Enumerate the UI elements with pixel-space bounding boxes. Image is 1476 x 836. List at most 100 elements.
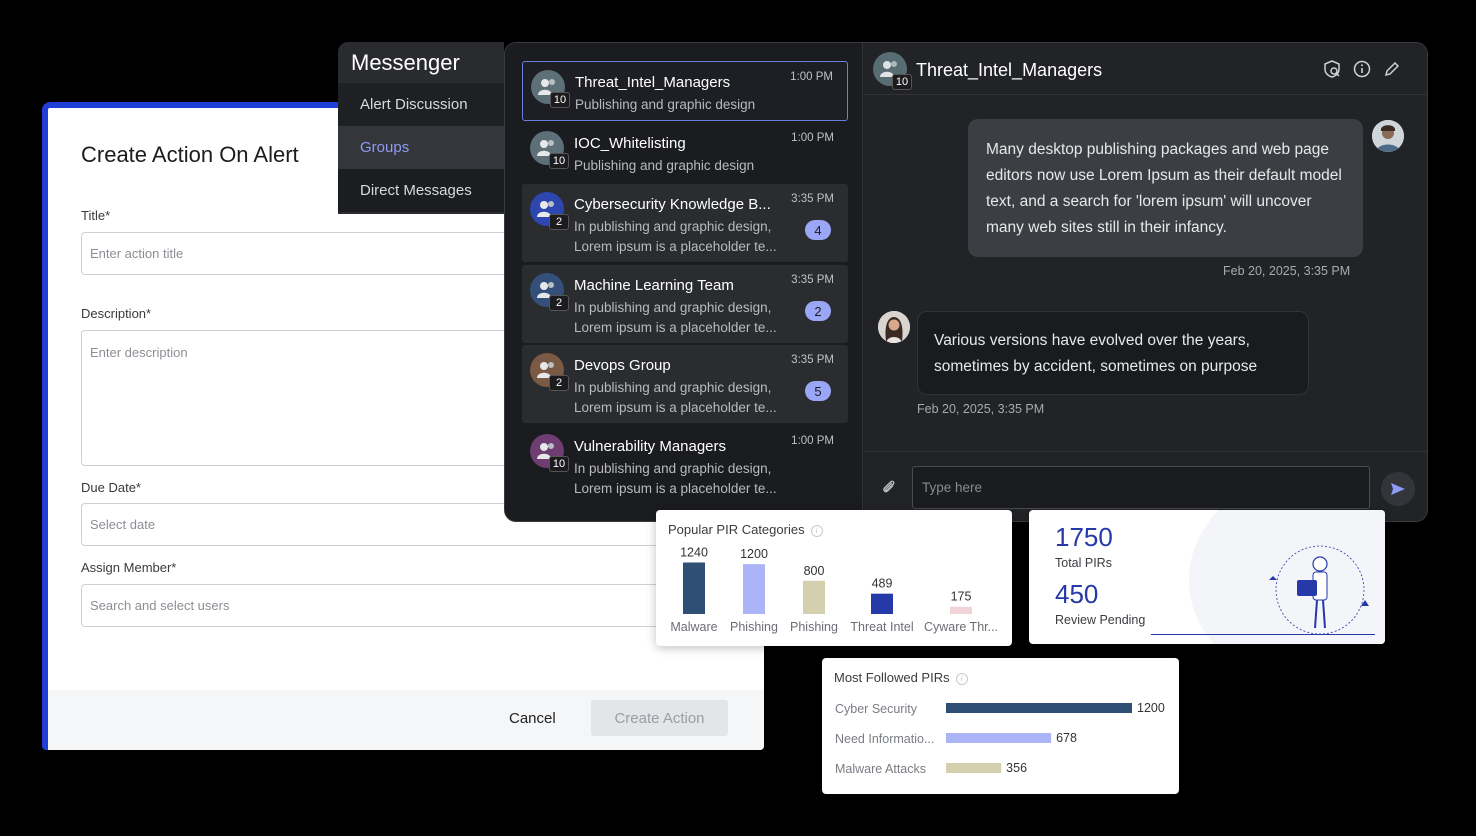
popular-pir-title: Popular PIR Categories i (668, 522, 823, 537)
member-count-badge: 10 (549, 153, 569, 169)
conversation-item[interactable]: 2 Devops Group In publishing and graphic d… (522, 345, 848, 423)
category-label: Malware Attacks (835, 762, 926, 776)
conversation-item[interactable]: 10 Threat_Intel_Managers Publishing and gr… (522, 61, 848, 121)
outgoing-timestamp: Feb 20, 2025, 3:35 PM (1223, 264, 1351, 278)
conversation-time: 1:00 PM (790, 71, 833, 83)
conversation-name: Cybersecurity Knowledge B... (574, 196, 771, 213)
tab-groups[interactable]: Groups (338, 126, 504, 169)
most-followed-card: Most Followed PIRs i Cyber Security 1200 Ne… (822, 658, 1179, 794)
conversation-preview: In publishing and graphic design, Lorem i… (574, 300, 777, 335)
bar-value-label: 800 (804, 564, 825, 578)
conversation-time: 1:00 PM (791, 435, 834, 447)
analyst-illustration (1269, 545, 1369, 635)
dialog-footer: Cancel Create Action (48, 690, 764, 750)
member-count-badge: 10 (892, 74, 912, 90)
category-label: Cyber Security (835, 702, 918, 716)
due-date-label: Due Date* (81, 480, 141, 495)
most-followed-title: Most Followed PIRs i (834, 670, 968, 685)
conversation-item[interactable]: 2 Cybersecurity Knowledge B... In publishi… (522, 184, 848, 262)
conversation-name: Vulnerability Managers (574, 438, 727, 455)
conversation-item[interactable]: 2 Machine Learning Team In publishing and … (522, 265, 848, 343)
bar-value-label: 489 (872, 577, 893, 591)
category-label: Phishing (790, 620, 838, 634)
hbar-2 (946, 763, 1002, 773)
member-count-badge: 2 (549, 214, 569, 230)
receiver-avatar (878, 311, 910, 343)
conversation-time: 3:35 PM (791, 274, 834, 286)
bar-value-label: 1200 (740, 547, 768, 561)
unread-count-badge: 4 (805, 220, 831, 240)
bar-value-label: 678 (1056, 731, 1077, 745)
bar-4 (950, 606, 972, 614)
unread-count-badge: 2 (805, 301, 831, 321)
search-chat-icon[interactable] (1322, 59, 1342, 79)
create-action-button[interactable]: Create Action (591, 700, 728, 736)
member-count-badge: 10 (550, 92, 570, 108)
bar-value-label: 356 (1006, 761, 1027, 775)
conversation-time: 3:35 PM (791, 193, 834, 205)
message-input[interactable]: Type here (912, 466, 1370, 509)
conversation-preview: Publishing and graphic design (574, 158, 755, 173)
bar-1 (743, 564, 765, 614)
edit-icon[interactable] (1382, 59, 1402, 79)
cancel-button[interactable]: Cancel (509, 710, 556, 727)
conversation-preview: In publishing and graphic design, Lorem i… (574, 461, 777, 496)
member-count-badge: 2 (549, 295, 569, 311)
member-count-badge: 10 (549, 456, 569, 472)
messenger-tabs-panel: Messenger Alert Discussion Groups Direct… (338, 42, 504, 214)
member-count-badge: 2 (549, 375, 569, 391)
chat-title: Threat_Intel_Managers (916, 60, 1103, 80)
popular-pir-chart: 1240 Malware 1200 Phishing 800 Phishing 489 Thr… (670, 545, 998, 634)
conversation-name: Devops Group (574, 357, 671, 374)
conversation-name: Threat_Intel_Managers (575, 74, 731, 91)
pir-totals-card: 1750 Total PIRs 450 Review Pending (1029, 510, 1385, 644)
title-placeholder: Enter action title (90, 246, 184, 261)
bar-value-label: 175 (951, 590, 972, 604)
category-label: Need Informatio... (835, 732, 934, 746)
category-label: Threat Intel (850, 620, 913, 634)
dialog-title: Create Action On Alert (81, 142, 299, 167)
info-icon[interactable] (1352, 59, 1372, 79)
message-input-placeholder: Type here (922, 480, 983, 495)
bar-0 (683, 562, 705, 614)
bar-value-label: 1240 (680, 545, 708, 559)
description-placeholder: Enter description (90, 345, 188, 360)
info-icon[interactable]: i (955, 672, 968, 685)
attachment-icon[interactable] (880, 478, 898, 501)
description-label: Description* (81, 306, 152, 321)
conversation-preview: Publishing and graphic design (575, 97, 756, 112)
category-label: Malware (670, 620, 717, 634)
assign-member-label: Assign Member* (81, 560, 177, 575)
total-pirs-label: Total PIRs (1055, 556, 1112, 570)
review-pending-label: Review Pending (1055, 613, 1146, 627)
tab-alert-discussion[interactable]: Alert Discussion (338, 83, 504, 126)
conversation-item[interactable]: 10 IOC_Whitelisting Publishing and graphic… (522, 123, 848, 183)
conversation-item[interactable]: 10 Vulnerability Managers In publishing an… (522, 426, 848, 504)
conversation-preview: In publishing and graphic design, Lorem i… (574, 219, 777, 254)
messenger-title: Messenger (351, 50, 460, 75)
sender-avatar (1372, 120, 1404, 152)
popular-pir-card: Popular PIR Categories i 1240 Malware 1200 P… (656, 510, 1012, 646)
total-pirs-value: 1750 (1055, 522, 1113, 552)
category-label: Cyware Thr... (924, 620, 998, 634)
conversation-preview: In publishing and graphic design, Lorem i… (574, 380, 777, 415)
tab-direct-messages[interactable]: Direct Messages (338, 169, 504, 212)
assign-member-placeholder: Search and select users (90, 598, 230, 613)
conversation-name: Machine Learning Team (574, 277, 734, 294)
info-icon[interactable]: i (810, 524, 823, 537)
category-label: Phishing (730, 620, 778, 634)
title-label: Title* (81, 208, 111, 223)
incoming-timestamp: Feb 20, 2025, 3:35 PM (917, 402, 1045, 416)
bar-3 (871, 593, 893, 614)
hbar-0 (946, 703, 1132, 713)
chat-panel: 10 Threat_Intel_Managers Many desktop pu… (864, 43, 1427, 521)
conversation-time: 3:35 PM (791, 354, 834, 366)
review-pending-value: 450 (1055, 579, 1099, 609)
send-button[interactable] (1381, 472, 1415, 506)
conversation-list: 10 Threat_Intel_Managers Publishing and gr… (505, 43, 863, 521)
outgoing-message: Many desktop publishing packages and web… (968, 119, 1363, 257)
most-followed-chart: Cyber Security 1200 Need Informatio... 678 M… (835, 701, 1165, 776)
due-date-placeholder: Select date (90, 517, 156, 532)
unread-count-badge: 5 (805, 381, 831, 401)
incoming-message: Various versions have evolved over the y… (917, 311, 1309, 395)
